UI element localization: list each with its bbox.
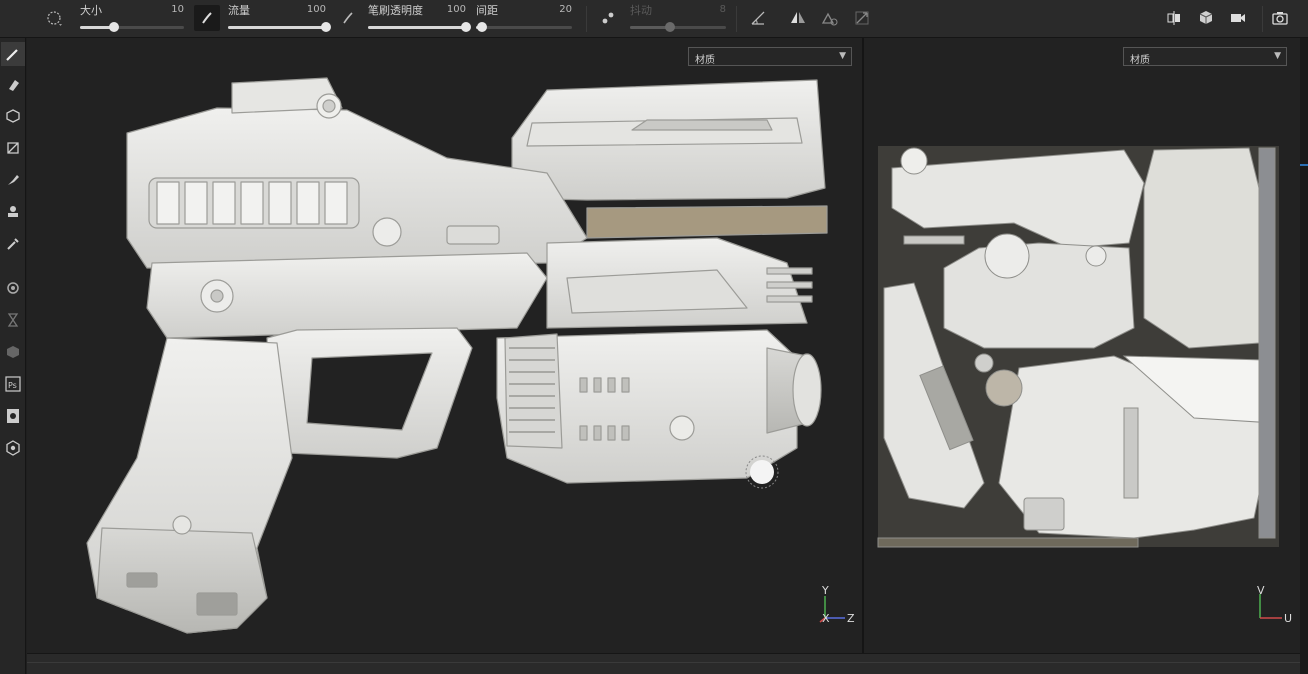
projection-mode-icon[interactable] — [818, 6, 842, 30]
mirror-view-icon[interactable] — [1162, 6, 1186, 30]
flow-value[interactable]: 100 — [307, 4, 326, 15]
jitter-label: 抖动 — [630, 4, 652, 17]
clone-stamp-icon[interactable] — [1, 200, 25, 224]
jitter-icon[interactable] — [596, 6, 620, 30]
brush-opacity-label: 笔刷透明度 — [368, 4, 423, 17]
uv-texture-canvas: V U — [877, 146, 1292, 625]
screenshot-icon[interactable] — [1268, 6, 1292, 30]
color-picker-icon[interactable] — [1, 232, 25, 256]
axis-gizmo-3d: Y X Z — [819, 584, 855, 625]
axis-gizmo-2d: V U — [1257, 584, 1292, 625]
export-icon[interactable] — [1, 404, 25, 428]
svg-text:Ps: Ps — [8, 381, 17, 390]
lazy-mouse-icon[interactable] — [746, 6, 770, 30]
model-render: Y X Z — [86, 77, 855, 634]
bake-icon[interactable] — [1, 276, 25, 300]
brush-opacity-value[interactable]: 100 — [447, 4, 466, 15]
paint-brush-icon[interactable] — [1, 42, 25, 66]
camera-icon[interactable] — [1226, 6, 1250, 30]
axis-z-label: Z — [847, 612, 855, 625]
right-dock-edge — [1300, 38, 1308, 674]
brush-cursor-dot — [750, 460, 774, 484]
toolbar-divider — [586, 6, 587, 32]
dock-indicator — [1300, 164, 1308, 166]
flow-pressure-icon[interactable] — [194, 5, 220, 31]
flow-slider-handle[interactable] — [321, 22, 331, 32]
toolbar-divider — [1262, 6, 1263, 32]
painter-app: 大小 10 流量 100 笔刷透明度 100 间距 20 抖动 8 Ps 材质 … — [0, 0, 1308, 674]
bottom-status-bar — [27, 653, 1300, 674]
axis-v-label: V — [1257, 584, 1265, 597]
cube-icon[interactable] — [1, 340, 25, 364]
spacing-slider[interactable]: 间距 20 — [476, 2, 572, 36]
settings-icon[interactable] — [1, 436, 25, 460]
flow-label: 流量 — [228, 4, 250, 17]
hourglass-icon[interactable] — [1, 308, 25, 332]
viewport-3d[interactable]: 材质 ▼ Y X Z — [27, 38, 862, 653]
jitter-slider-handle — [665, 22, 676, 32]
smudge-icon[interactable] — [1, 168, 25, 192]
axis-x-label: X — [822, 612, 830, 625]
uv-transform-icon[interactable] — [850, 6, 874, 30]
left-toolbar: Ps — [0, 38, 26, 674]
spacing-value[interactable]: 20 — [559, 4, 572, 15]
toolbar-divider — [736, 6, 737, 32]
blaster-model — [86, 77, 828, 634]
brush-opacity-slider[interactable]: 笔刷透明度 100 — [368, 2, 471, 36]
symmetry-icon[interactable] — [786, 6, 810, 30]
jitter-slider: 抖动 8 — [630, 2, 726, 36]
top-toolbar: 大小 10 流量 100 笔刷透明度 100 间距 20 抖动 8 — [0, 0, 1308, 38]
polygon-fill-icon[interactable] — [1, 136, 25, 160]
axis-u-label: U — [1284, 612, 1292, 625]
size-slider-handle[interactable] — [109, 22, 120, 32]
spacing-label: 间距 — [476, 4, 498, 17]
viewport-2d[interactable]: 材质 ▼ V U — [864, 38, 1300, 653]
brush-alpha-icon[interactable] — [42, 6, 66, 30]
eraser-icon[interactable] — [1, 72, 25, 96]
photoshop-icon[interactable]: Ps — [1, 372, 25, 396]
projection-icon[interactable] — [1, 104, 25, 128]
size-value[interactable]: 10 — [171, 4, 184, 15]
size-label: 大小 — [80, 4, 102, 17]
brush-opacity-slider-handle[interactable] — [461, 22, 471, 32]
flow-slider[interactable]: 流量 100 — [228, 2, 331, 36]
axis-y-label: Y — [821, 584, 829, 597]
cube-view-icon[interactable] — [1194, 6, 1218, 30]
size-slider[interactable]: 大小 10 — [80, 2, 184, 36]
spacing-slider-handle[interactable] — [476, 22, 487, 32]
opacity-pressure-icon[interactable] — [336, 6, 360, 30]
jitter-value: 8 — [719, 4, 726, 15]
